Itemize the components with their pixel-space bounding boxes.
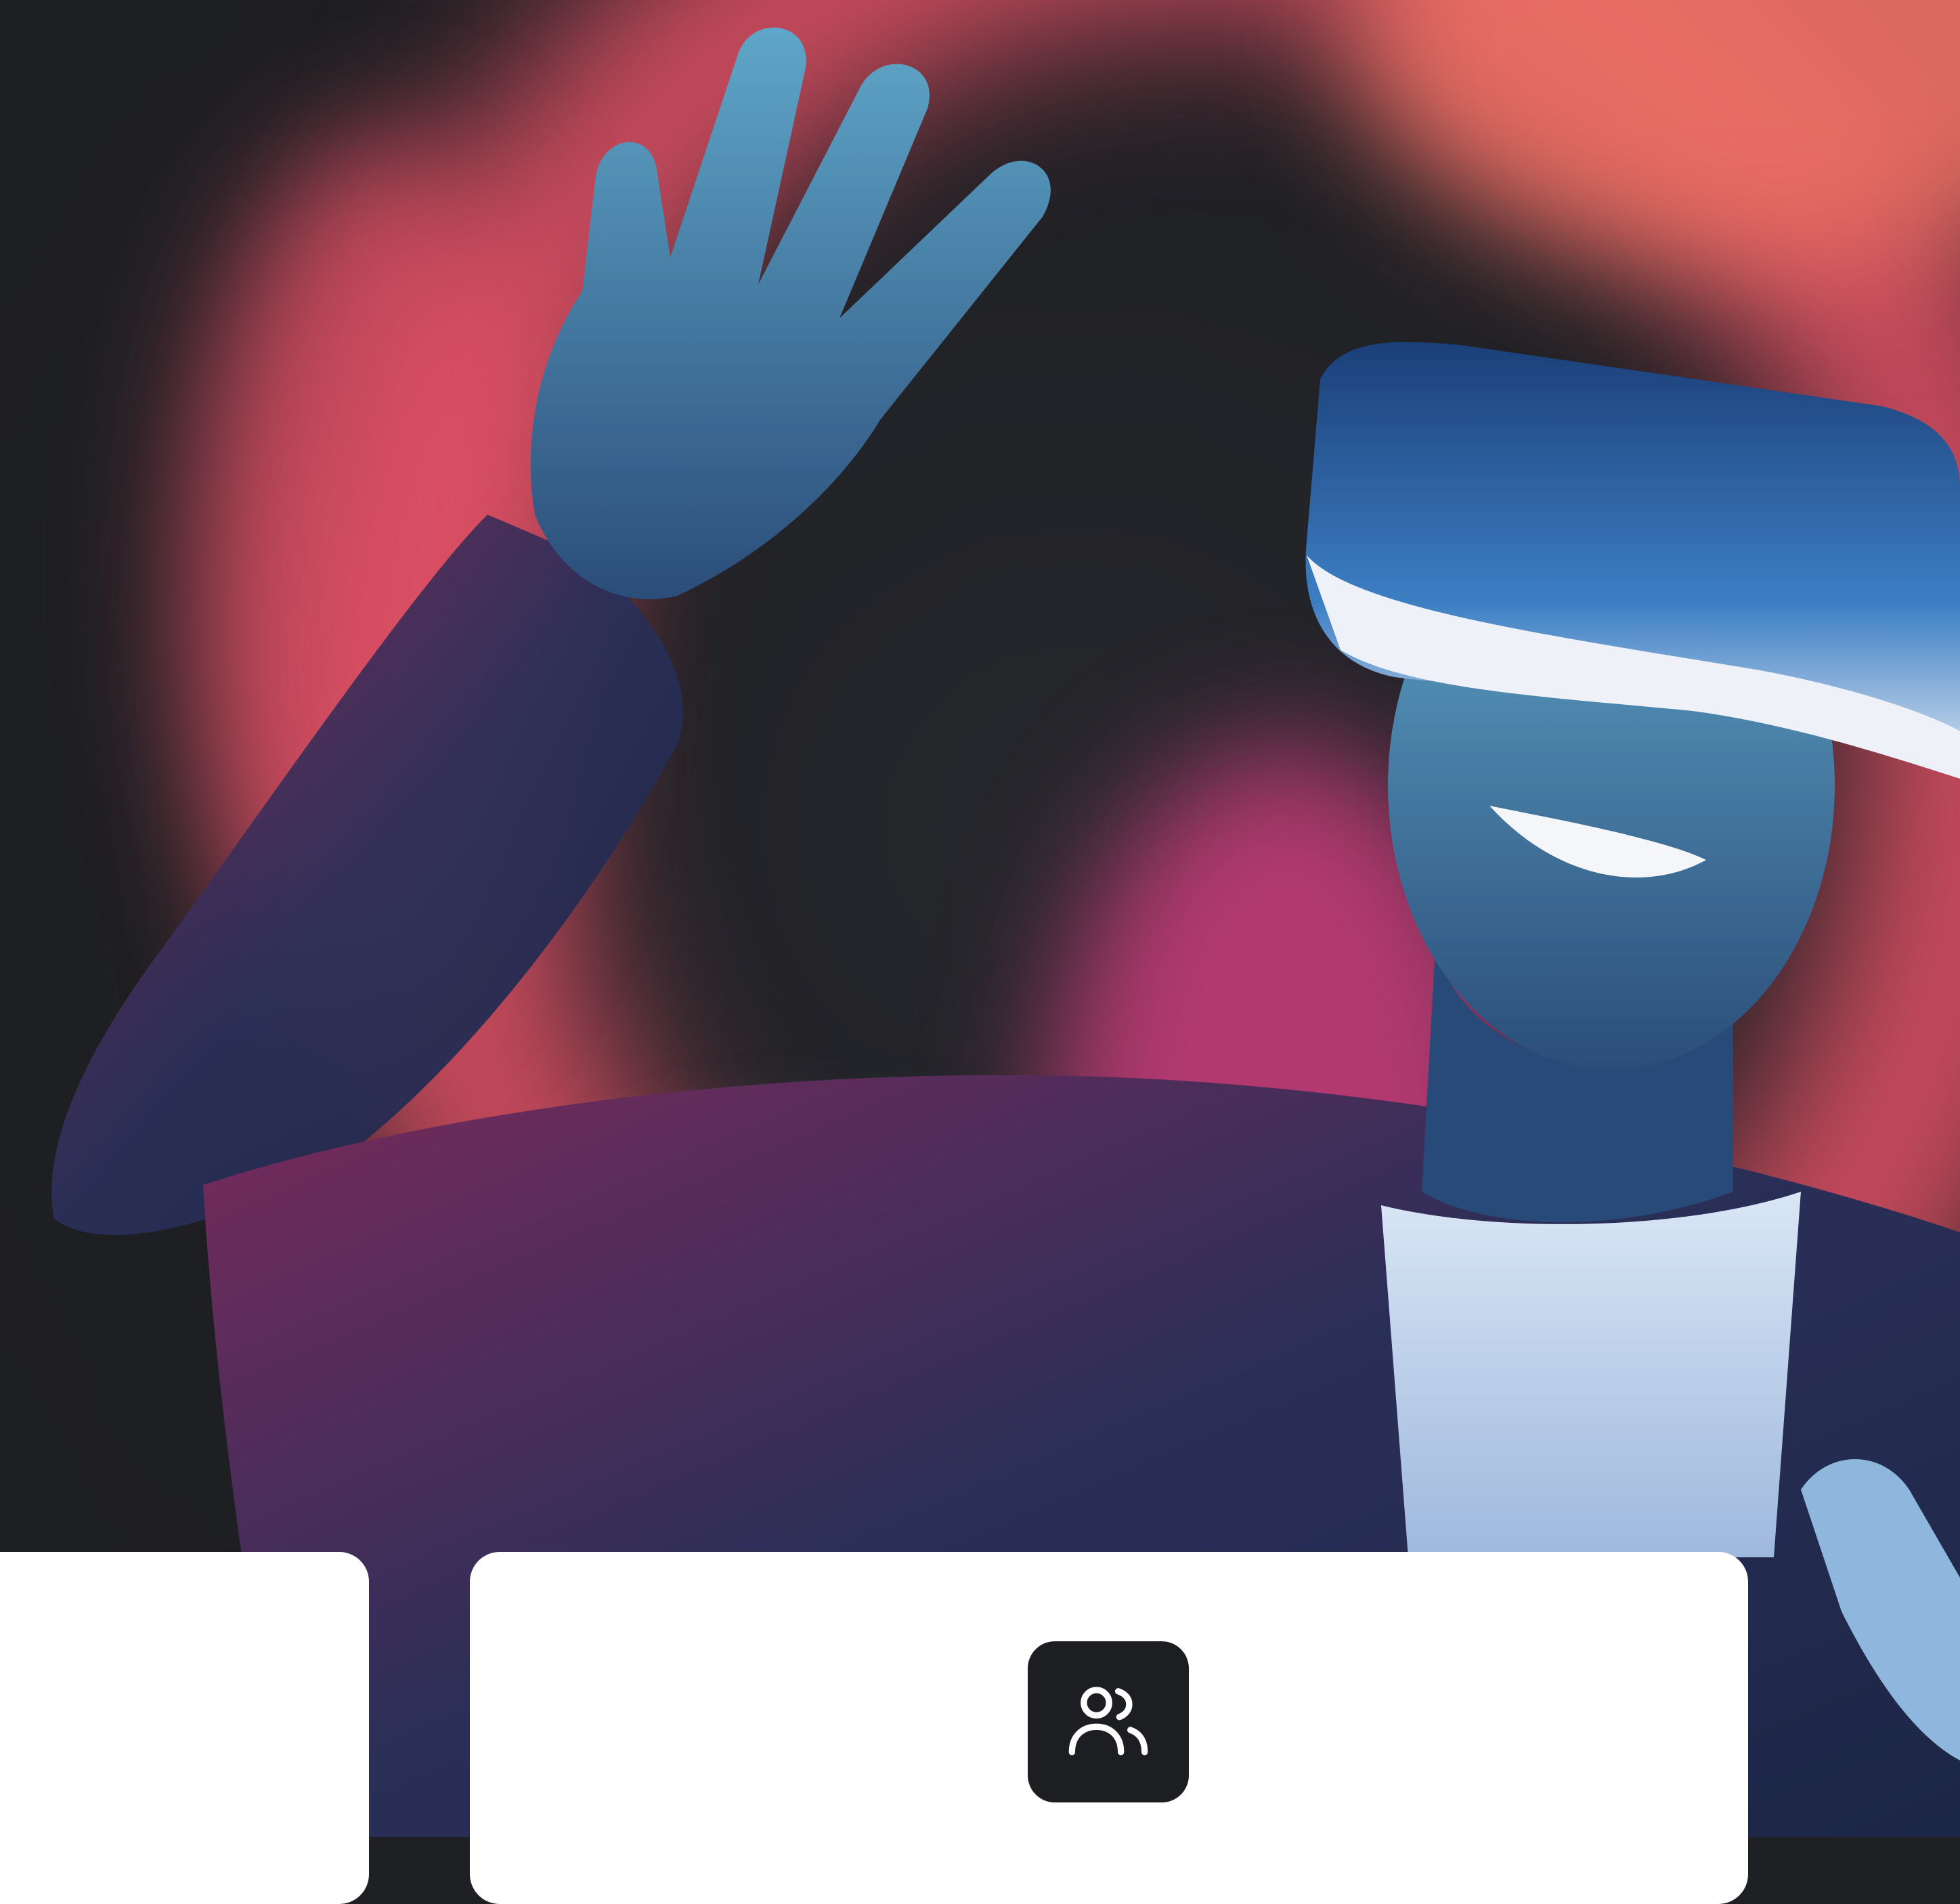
hero-heading-fragment: J: [0, 318, 37, 873]
icon-tile: [1028, 1641, 1189, 1802]
feature-card-main: [470, 1552, 1748, 1904]
feature-card-left: [0, 1552, 369, 1904]
users-icon: [1061, 1673, 1156, 1771]
